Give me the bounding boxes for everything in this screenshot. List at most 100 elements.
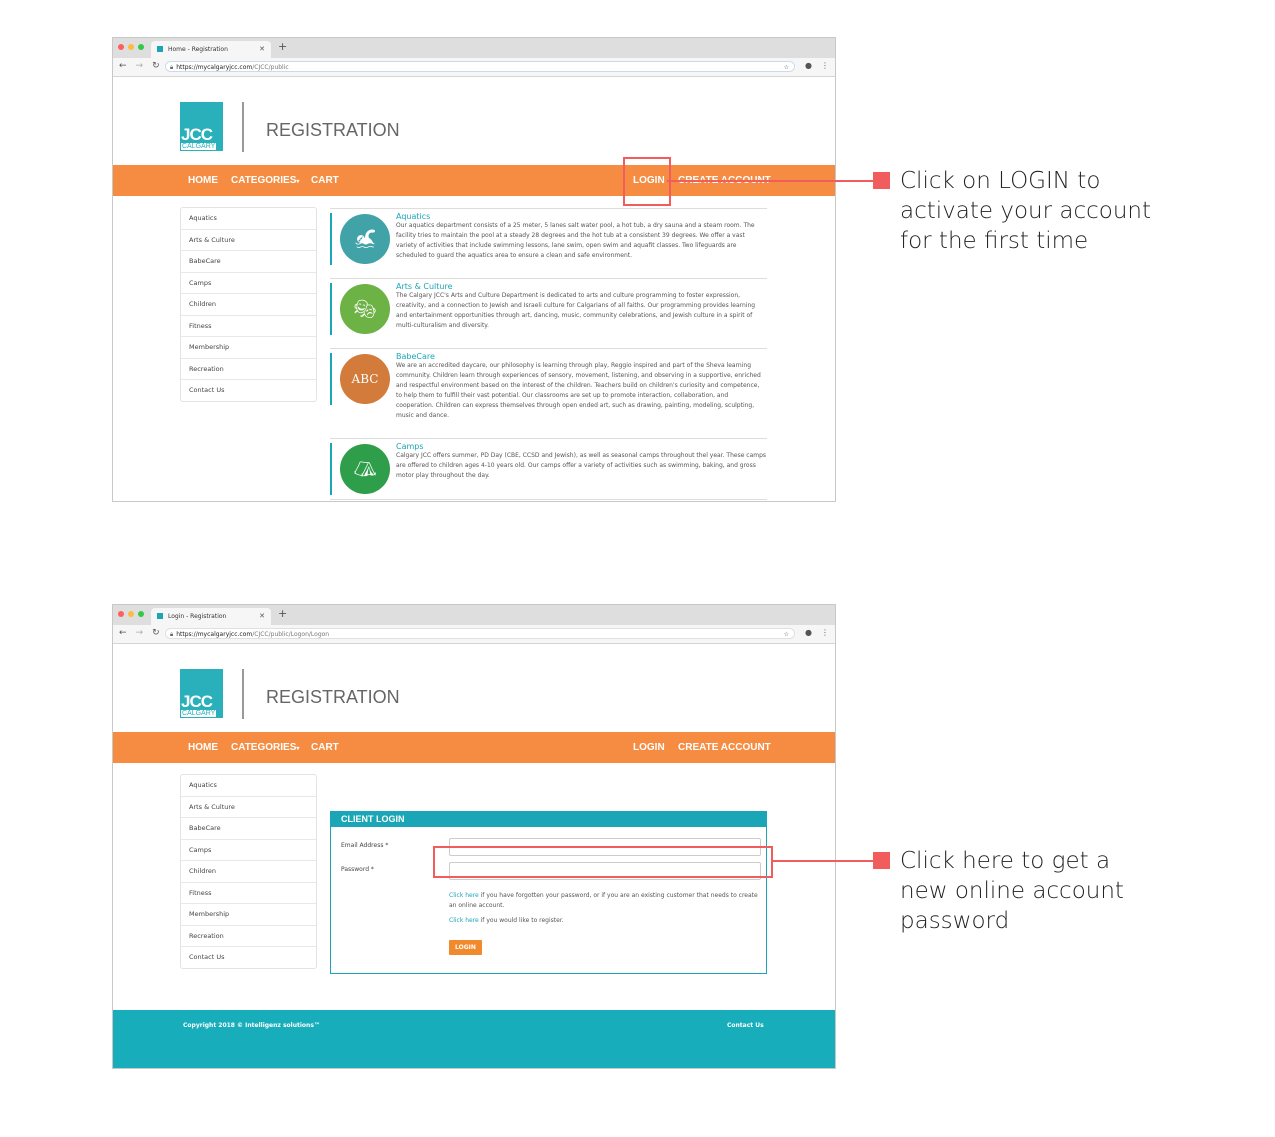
email-label: Email Address *: [341, 842, 389, 849]
nav-home[interactable]: HOME: [188, 742, 218, 753]
sidebar-item-contact-us[interactable]: Contact Us: [181, 947, 316, 968]
callout-text-login: Click on LOGIN to activate your account …: [900, 168, 1151, 254]
sidebar-item-camps[interactable]: Camps: [181, 273, 316, 294]
reload-icon[interactable]: ↻: [152, 628, 160, 638]
sidebar-item-aquatics[interactable]: Aquatics: [181, 208, 316, 230]
category-title[interactable]: BabeCare: [396, 352, 767, 361]
nav-cart[interactable]: CART: [311, 742, 339, 753]
main-nav: HOME CATEGORIES▾ CART LOGIN CREATE ACCOU…: [113, 732, 835, 763]
callout-connector: [667, 180, 873, 182]
tent-icon: ⛺︎: [340, 444, 390, 494]
close-tab-icon[interactable]: ✕: [259, 41, 265, 58]
new-tab-button[interactable]: +: [278, 607, 287, 620]
url-host: https://mycalgaryjcc.com: [176, 631, 253, 638]
sidebar-item-fitness[interactable]: Fitness: [181, 316, 316, 337]
back-icon[interactable]: ←: [119, 628, 127, 638]
address-bar-row: ← → ↻ 🔒︎ https://mycalgaryjcc.com/CJCC/pu…: [113, 58, 835, 77]
header-divider: [242, 669, 244, 719]
sidebar-item-babecare[interactable]: BabeCare: [181, 818, 316, 840]
browser-window-home: Home - Registration ✕ + ← → ↻ 🔒︎ https://…: [112, 37, 836, 502]
caret-down-icon: ▾: [296, 746, 300, 752]
category-card: 🎭︎ Arts & Culture The Calgary JCC's Arts…: [330, 278, 767, 339]
nav-home[interactable]: HOME: [188, 175, 218, 186]
reload-icon[interactable]: ↻: [152, 61, 160, 71]
forward-icon[interactable]: →: [136, 61, 144, 71]
bookmark-star-icon[interactable]: ☆: [784, 62, 789, 73]
sidebar-item-recreation[interactable]: Recreation: [181, 359, 316, 380]
jcc-logo[interactable]: JCC CALGARY: [180, 669, 223, 718]
forward-icon[interactable]: →: [136, 628, 144, 638]
url-input[interactable]: 🔒︎ https://mycalgaryjcc.com/CJCC/public ☆: [165, 61, 795, 72]
minimize-window-button[interactable]: [128, 44, 134, 50]
register-text: Click here if you would like to register…: [449, 916, 759, 926]
sidebar-item-children[interactable]: Children: [181, 294, 316, 316]
callout-text-forgot-password: Click here to get a new online account p…: [900, 848, 1124, 934]
sidebar-item-fitness[interactable]: Fitness: [181, 883, 316, 904]
maximize-window-button[interactable]: [138, 611, 144, 617]
minimize-window-button[interactable]: [128, 611, 134, 617]
nav-create-account[interactable]: CREATE ACCOUNT: [678, 742, 771, 753]
password-label: Password *: [341, 866, 374, 873]
category-card: ABC BabeCare We are an accredited daycar…: [330, 348, 767, 429]
favicon-icon: [157, 613, 163, 619]
login-button[interactable]: LOGIN: [449, 940, 482, 955]
footer-contact-link[interactable]: Contact Us: [727, 1022, 764, 1029]
register-link[interactable]: Click here: [449, 917, 479, 924]
close-tab-icon[interactable]: ✕: [259, 608, 265, 625]
sidebar-item-contact-us[interactable]: Contact Us: [181, 380, 316, 401]
category-description: Our aquatics department consists of a 25…: [396, 222, 755, 259]
maximize-window-button[interactable]: [138, 44, 144, 50]
browser-tab[interactable]: Home - Registration ✕: [151, 41, 271, 58]
sidebar-item-children[interactable]: Children: [181, 861, 316, 883]
abc-blocks-icon: ABC: [340, 354, 390, 404]
browser-window-login: Login - Registration ✕ + ← → ↻ 🔒︎ https:/…: [112, 604, 836, 1069]
nav-categories[interactable]: CATEGORIES▾: [231, 742, 299, 753]
new-tab-button[interactable]: +: [278, 40, 287, 53]
nav-categories-label: CATEGORIES: [231, 742, 297, 753]
sidebar-item-babecare[interactable]: BabeCare: [181, 251, 316, 273]
accent-bar: [330, 283, 332, 335]
category-card: 🏊︎ Aquatics Our aquatics department cons…: [330, 208, 767, 269]
sidebar-item-membership[interactable]: Membership: [181, 904, 316, 926]
address-bar-row: ← → ↻ 🔒︎ https://mycalgaryjcc.com/CJCC/pu…: [113, 625, 835, 644]
window-controls: [118, 611, 144, 617]
site-footer: Copyright 2018 © Intelligenz solutions™ …: [113, 1010, 835, 1068]
sidebar-item-arts-culture[interactable]: Arts & Culture: [181, 230, 316, 251]
close-window-button[interactable]: [118, 44, 124, 50]
nav-login[interactable]: LOGIN: [633, 742, 665, 753]
close-window-button[interactable]: [118, 611, 124, 617]
forgot-password-link[interactable]: Click here: [449, 892, 479, 899]
logo-subtext: CALGARY: [181, 143, 217, 150]
url-input[interactable]: 🔒︎ https://mycalgaryjcc.com/CJCC/public/L…: [165, 628, 795, 639]
url-host: https://mycalgaryjcc.com: [176, 64, 253, 71]
category-title[interactable]: Aquatics: [396, 212, 767, 221]
bookmark-star-icon[interactable]: ☆: [784, 629, 789, 640]
nav-cart[interactable]: CART: [311, 175, 339, 186]
panel-title: CLIENT LOGIN: [331, 812, 766, 827]
nav-categories-label: CATEGORIES: [231, 175, 297, 186]
accent-bar: [330, 213, 332, 265]
profile-icon[interactable]: ●: [805, 61, 812, 70]
tab-title: Login - Registration: [168, 613, 227, 620]
profile-icon[interactable]: ●: [805, 628, 812, 637]
nav-categories[interactable]: CATEGORIES▾: [231, 175, 299, 186]
logo-subtext: CALGARY: [181, 710, 217, 717]
jcc-logo[interactable]: JCC CALGARY: [180, 102, 223, 151]
category-title[interactable]: Camps: [396, 442, 767, 451]
lock-icon: 🔒︎: [170, 64, 174, 71]
menu-kebab-icon[interactable]: ⋮: [821, 61, 829, 70]
category-card: ⛺︎ Camps Calgary JCC offers summer, PD D…: [330, 438, 767, 500]
browser-tab[interactable]: Login - Registration ✕: [151, 608, 271, 625]
sidebar-item-camps[interactable]: Camps: [181, 840, 316, 861]
favicon-icon: [157, 46, 163, 52]
menu-kebab-icon[interactable]: ⋮: [821, 628, 829, 637]
sidebar-item-membership[interactable]: Membership: [181, 337, 316, 359]
back-icon[interactable]: ←: [119, 61, 127, 71]
sidebar-item-arts-culture[interactable]: Arts & Culture: [181, 797, 316, 818]
accent-bar: [330, 443, 332, 495]
theatre-masks-icon: 🎭︎: [340, 284, 390, 334]
category-sidebar: Aquatics Arts & Culture BabeCare Camps C…: [180, 207, 317, 402]
sidebar-item-aquatics[interactable]: Aquatics: [181, 775, 316, 797]
sidebar-item-recreation[interactable]: Recreation: [181, 926, 316, 947]
category-title[interactable]: Arts & Culture: [396, 282, 767, 291]
